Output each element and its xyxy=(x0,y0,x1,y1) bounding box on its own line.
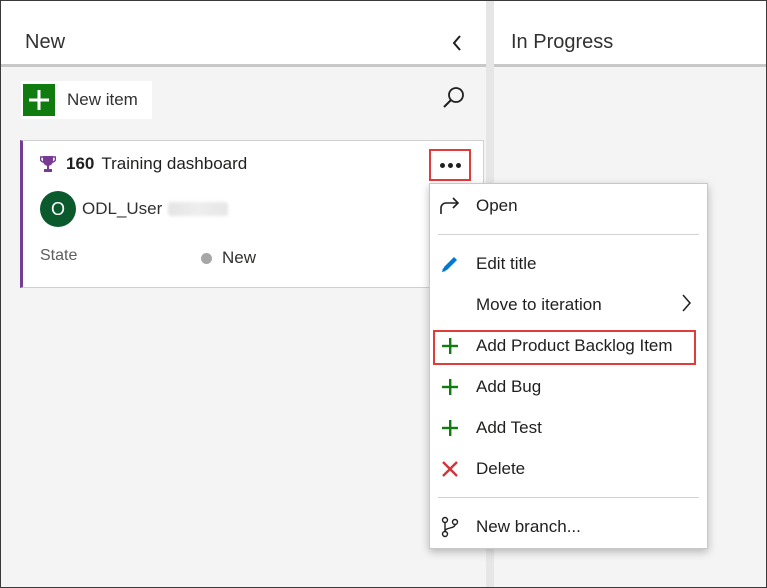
new-item-label: New item xyxy=(67,90,138,109)
menu-item-add-product-backlog-item[interactable]: Add Product Backlog Item xyxy=(430,326,707,366)
menu-item-add-bug[interactable]: Add Bug xyxy=(430,367,707,407)
trophy-icon xyxy=(40,156,56,172)
search-icon xyxy=(443,87,464,108)
menu-item-label: Open xyxy=(476,196,518,215)
menu-separator xyxy=(438,497,699,498)
search-button[interactable] xyxy=(441,85,467,111)
plus-icon xyxy=(23,84,55,116)
menu-item-label: Add Test xyxy=(476,418,542,437)
menu-item-label: Delete xyxy=(476,459,526,478)
plus-icon xyxy=(439,335,461,357)
assignee-name: ODL_User xyxy=(82,199,163,218)
x-icon xyxy=(439,458,461,480)
pencil-icon xyxy=(439,253,461,275)
redacted-text xyxy=(168,202,229,216)
work-item-title[interactable]: Training dashboard xyxy=(101,154,247,174)
work-item-card[interactable]: 160 Training dashboard O ODL_User State … xyxy=(20,140,484,288)
redo-arrow-icon xyxy=(439,195,461,217)
state-field[interactable]: New xyxy=(201,248,256,268)
menu-item-open[interactable]: Open xyxy=(430,186,707,226)
menu-item-edit-title[interactable]: Edit title xyxy=(430,244,707,284)
menu-item-delete[interactable]: Delete xyxy=(430,449,707,489)
column-title-new: New xyxy=(25,31,66,53)
work-item-id: 160 xyxy=(66,154,95,173)
ellipsis-icon xyxy=(439,162,461,168)
branch-icon xyxy=(439,516,461,538)
column-header-new: New xyxy=(1,1,486,67)
new-item-button[interactable]: New item xyxy=(21,81,152,119)
column-title-in-progress: In Progress xyxy=(511,31,614,53)
chevron-left-icon xyxy=(452,35,461,51)
plus-icon xyxy=(439,417,461,439)
menu-separator xyxy=(438,234,699,235)
assignee[interactable]: O ODL_User xyxy=(40,191,229,227)
column-header-in-progress: In Progress xyxy=(494,1,766,67)
collapse-column-button[interactable] xyxy=(447,31,467,55)
avatar: O xyxy=(40,191,76,227)
state-dot-icon xyxy=(201,252,212,264)
card-title-row: 160 Training dashboard xyxy=(40,154,247,174)
context-menu: Open Edit title Move to iteration Add Pr… xyxy=(429,183,708,549)
menu-item-label: Add Bug xyxy=(476,377,542,396)
more-actions-button[interactable] xyxy=(429,149,471,181)
menu-item-label: New branch... xyxy=(476,517,581,536)
kanban-board: New In Progress New item 160 Training da… xyxy=(0,0,767,588)
menu-item-move-to-iteration[interactable]: Move to iteration xyxy=(430,285,707,325)
chevron-right-icon xyxy=(680,293,692,318)
menu-item-label: Move to iteration xyxy=(476,295,602,314)
menu-item-add-test[interactable]: Add Test xyxy=(430,408,707,448)
state-label: State xyxy=(40,247,78,264)
menu-item-new-branch[interactable]: New branch... xyxy=(430,507,707,547)
menu-item-label: Edit title xyxy=(476,254,537,273)
state-value: New xyxy=(222,248,257,267)
plus-icon xyxy=(439,376,461,398)
menu-item-label: Add Product Backlog Item xyxy=(476,336,673,355)
